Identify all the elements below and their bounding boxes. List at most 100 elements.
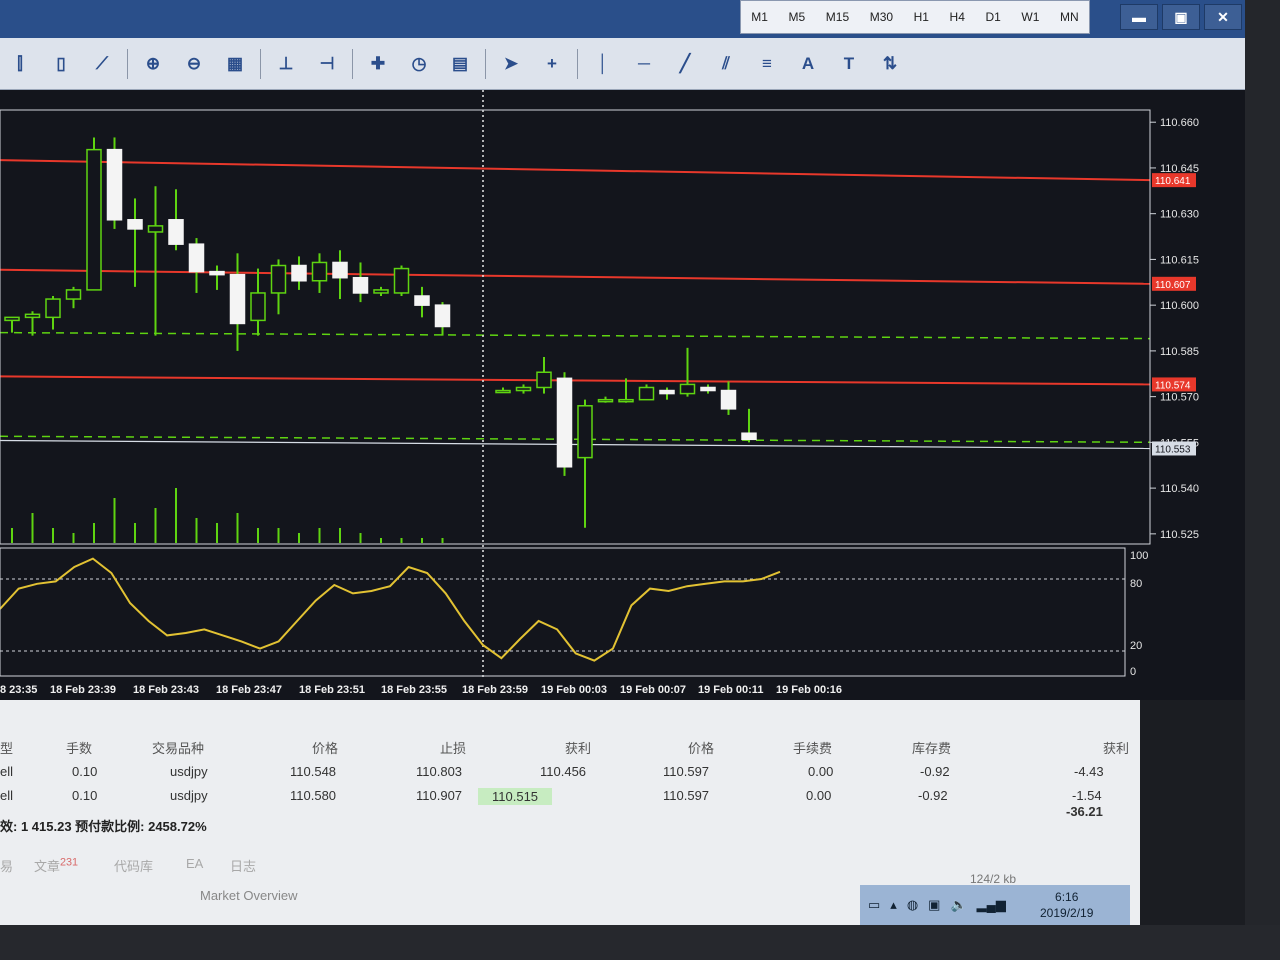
order-take-profit: 110.515	[478, 788, 553, 805]
price-tick-label: 110.540	[1160, 483, 1199, 495]
order-profit: -4.43	[1074, 764, 1104, 779]
tab-trade[interactable]: 易	[0, 856, 13, 875]
network-icon[interactable]: ▂▄▆	[977, 897, 1006, 913]
horizontal-line-icon[interactable]: ─	[628, 48, 660, 80]
fibonacci-icon[interactable]: ≡	[751, 48, 783, 80]
candle-body	[311, 261, 328, 282]
text-label-icon[interactable]: T	[833, 48, 865, 80]
keyboard-icon[interactable]: ▭	[868, 897, 880, 913]
candle-body	[168, 219, 184, 245]
autoscroll-icon[interactable]: ⊥	[270, 48, 302, 80]
time-axis-label: 18 Feb 23:55	[381, 684, 447, 696]
zoom-out-icon[interactable]: ⊖	[178, 48, 210, 80]
line-chart-icon[interactable]: ⟋	[86, 48, 118, 80]
candle-body	[147, 225, 164, 233]
trendline-icon[interactable]: ╱	[669, 48, 701, 80]
oscillator-tick-label: 100	[1130, 550, 1148, 562]
close-button[interactable]: ✕	[1204, 4, 1242, 30]
toolbar-separator	[352, 48, 353, 79]
time-axis-label: 18 Feb 23:43	[133, 684, 199, 696]
window-controls: ▬ ▣ ✕	[1120, 4, 1242, 30]
col-commission-header: 手续费	[793, 741, 833, 756]
zoom-in-icon[interactable]: ⊕	[137, 48, 169, 80]
order-commission: 0.00	[808, 764, 834, 779]
terminal-tabs: 易 文章231 代码库 EA 日志	[0, 856, 1140, 880]
table-row[interactable]: ell 0.10 usdjpy 110.548 110.803 110.456 …	[0, 764, 1140, 786]
volume-icon[interactable]: 🔈	[950, 897, 966, 913]
equidistant-channel-icon[interactable]: ⫽	[710, 48, 742, 80]
timeframe-m1-button[interactable]: M1	[748, 8, 771, 26]
candle-body	[250, 292, 266, 322]
screen-bezel-bottom	[0, 925, 1280, 960]
tab-articles[interactable]: 文章231	[34, 856, 78, 875]
templates-icon[interactable]: ▤	[444, 48, 476, 80]
timeframe-d1-button[interactable]: D1	[982, 8, 1003, 26]
candlestick-icon[interactable]: ▯	[45, 48, 77, 80]
chart-shift-icon[interactable]: ⊣	[311, 48, 343, 80]
candle-body	[556, 377, 573, 468]
price-tag-label: 110.607	[1155, 280, 1191, 291]
order-price: 110.548	[290, 764, 337, 779]
table-row[interactable]: ell 0.10 usdjpy 110.580 110.907 110.515 …	[0, 788, 1140, 810]
toolbar-separator	[485, 48, 486, 79]
clock-time: 6:16	[1055, 890, 1079, 904]
tab-journal[interactable]: 日志	[230, 856, 256, 875]
timeframe-m30-button[interactable]: M30	[867, 8, 896, 26]
windows-taskbar: ▭ ▴ ◍ ▣ 🔈 ▂▄▆ 6:16 2019/2/19	[860, 885, 1130, 925]
device-icon[interactable]: ▣	[928, 897, 940, 913]
tab-experts[interactable]: EA	[186, 856, 203, 871]
timeframe-h4-button[interactable]: H4	[947, 8, 968, 26]
cursor-icon[interactable]: ➤	[495, 48, 527, 80]
timeframe-m15-button[interactable]: M15	[823, 8, 852, 26]
tile-windows-icon[interactable]: ▦	[219, 48, 251, 80]
timeframe-m5-button[interactable]: M5	[786, 8, 809, 26]
chevron-up-icon[interactable]: ▴	[890, 897, 897, 913]
shield-icon[interactable]: ◍	[907, 897, 918, 913]
timeframe-h1-button[interactable]: H1	[911, 8, 932, 26]
candle-body	[106, 148, 123, 221]
text-icon[interactable]: A	[792, 48, 824, 80]
toolbar-separator	[260, 48, 261, 79]
order-type: ell	[0, 788, 14, 803]
price-chart[interactable]: 110.660110.645110.630110.615110.600110.5…	[0, 90, 1245, 700]
candle-body	[65, 289, 82, 300]
clock-date: 2019/2/19	[1040, 906, 1094, 920]
candle-body	[700, 386, 716, 392]
order-type: ell	[0, 764, 14, 779]
candle-body	[24, 313, 41, 319]
oscillator-tick-label: 80	[1130, 578, 1142, 590]
candle-body	[373, 289, 389, 294]
minimize-button[interactable]: ▬	[1120, 4, 1158, 30]
vertical-line-icon[interactable]: │	[587, 48, 619, 80]
maximize-button[interactable]: ▣	[1162, 4, 1200, 30]
chart-background	[0, 90, 1245, 700]
price-tick-label: 110.660	[1160, 117, 1199, 129]
price-tick-label: 110.615	[1160, 254, 1199, 266]
col-symbol-header: 交易品种	[152, 741, 205, 756]
taskbar-clock[interactable]: 6:16 2019/2/19	[1040, 889, 1093, 921]
timeframe-w1-button[interactable]: W1	[1018, 8, 1042, 26]
tab-code-base[interactable]: 代码库	[114, 856, 153, 875]
col-type-header: 型	[0, 741, 14, 756]
chart-toolbar: ⫿ ▯ ⟋ ⊕ ⊖ ▦ ⊥ ⊣ ✚ ◷ ▤ ➤ + │ ─ ╱ ⫽ ≡ A T …	[0, 38, 1245, 90]
candle-body	[618, 398, 634, 403]
price-tick-label: 110.585	[1160, 346, 1199, 358]
arrows-icon[interactable]: ⇅	[874, 48, 906, 80]
indicators-icon[interactable]: ✚	[362, 48, 394, 80]
bar-chart-icon[interactable]: ⫿	[4, 48, 36, 80]
col-current-price-header: 价格	[688, 741, 715, 756]
order-commission: 0.00	[806, 788, 832, 803]
order-symbol: usdjpy	[170, 764, 208, 779]
timeframe-mn-button[interactable]: MN	[1057, 8, 1082, 26]
candle-body	[414, 295, 430, 306]
col-profit-header: 获利	[1103, 741, 1130, 756]
price-tick-label: 110.525	[1160, 529, 1199, 541]
crosshair-icon[interactable]: +	[536, 48, 568, 80]
candle-body	[291, 264, 307, 282]
col-price-header: 价格	[312, 741, 339, 756]
periods-icon[interactable]: ◷	[403, 48, 435, 80]
order-swap: -0.92	[918, 788, 948, 803]
candle-body	[332, 261, 348, 279]
candle-body	[127, 219, 143, 230]
oscillator-tick-label: 0	[1130, 666, 1136, 678]
